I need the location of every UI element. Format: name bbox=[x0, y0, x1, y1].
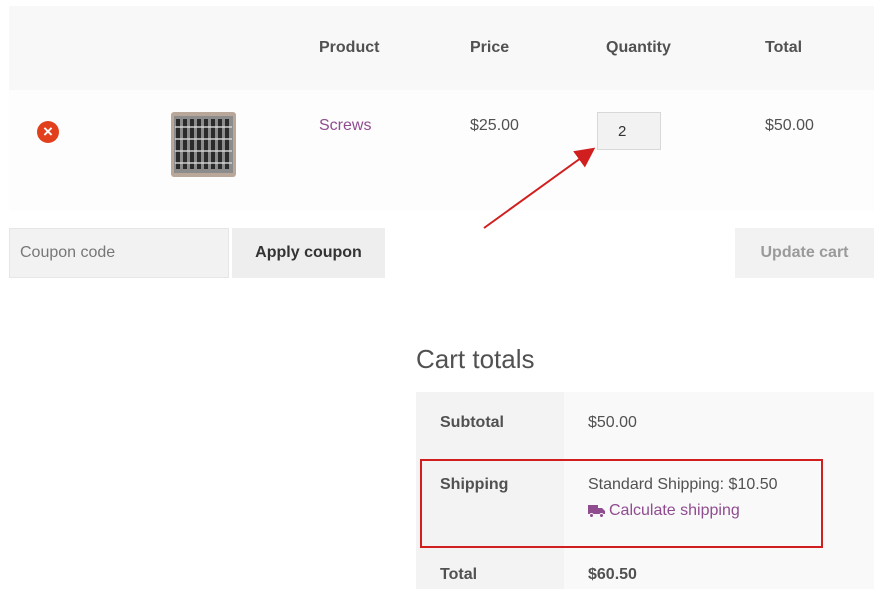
shipping-row: Shipping Standard Shipping: $10.50 Calcu… bbox=[416, 454, 874, 544]
shipping-method: Standard Shipping: $10.50 bbox=[588, 476, 778, 493]
product-thumbnail[interactable] bbox=[171, 112, 236, 177]
cart-totals-table: Subtotal $50.00 Shipping Standard Shippi… bbox=[416, 392, 874, 589]
calculate-shipping-label: Calculate shipping bbox=[609, 502, 740, 519]
subtotal-row: Subtotal $50.00 bbox=[416, 392, 874, 454]
header-total: Total bbox=[765, 39, 803, 56]
total-value: $60.50 bbox=[564, 544, 874, 589]
total-label: Total bbox=[416, 544, 564, 589]
header-price: Price bbox=[470, 39, 510, 56]
shipping-cell: Standard Shipping: $10.50 Calculate ship… bbox=[564, 454, 874, 544]
cart-totals-title: Cart totals bbox=[416, 344, 535, 374]
subtotal-value: $50.00 bbox=[564, 392, 874, 454]
product-price: $25.00 bbox=[470, 117, 519, 134]
shipping-label: Shipping bbox=[416, 454, 564, 544]
subtotal-label: Subtotal bbox=[416, 392, 564, 454]
cart-table-header: Product Price Quantity Total bbox=[9, 6, 874, 90]
quantity-input[interactable] bbox=[597, 112, 661, 150]
total-row: Total $60.50 bbox=[416, 544, 874, 589]
truck-icon bbox=[588, 505, 605, 518]
product-link[interactable]: Screws bbox=[319, 117, 371, 134]
cart-item-row bbox=[9, 90, 874, 211]
cart-table: Product Price Quantity Total bbox=[9, 6, 874, 211]
header-product: Product bbox=[319, 39, 380, 56]
calculate-shipping-link[interactable]: Calculate shipping bbox=[588, 502, 740, 520]
update-cart-button[interactable]: Update cart bbox=[735, 228, 874, 278]
coupon-code-input[interactable] bbox=[9, 228, 229, 278]
remove-icon: × bbox=[43, 122, 53, 141]
product-total: $50.00 bbox=[765, 117, 814, 134]
remove-item-button[interactable]: × bbox=[37, 121, 59, 143]
header-quantity: Quantity bbox=[606, 39, 671, 56]
apply-coupon-button[interactable]: Apply coupon bbox=[232, 228, 385, 278]
product-name[interactable]: Screws bbox=[319, 117, 371, 135]
